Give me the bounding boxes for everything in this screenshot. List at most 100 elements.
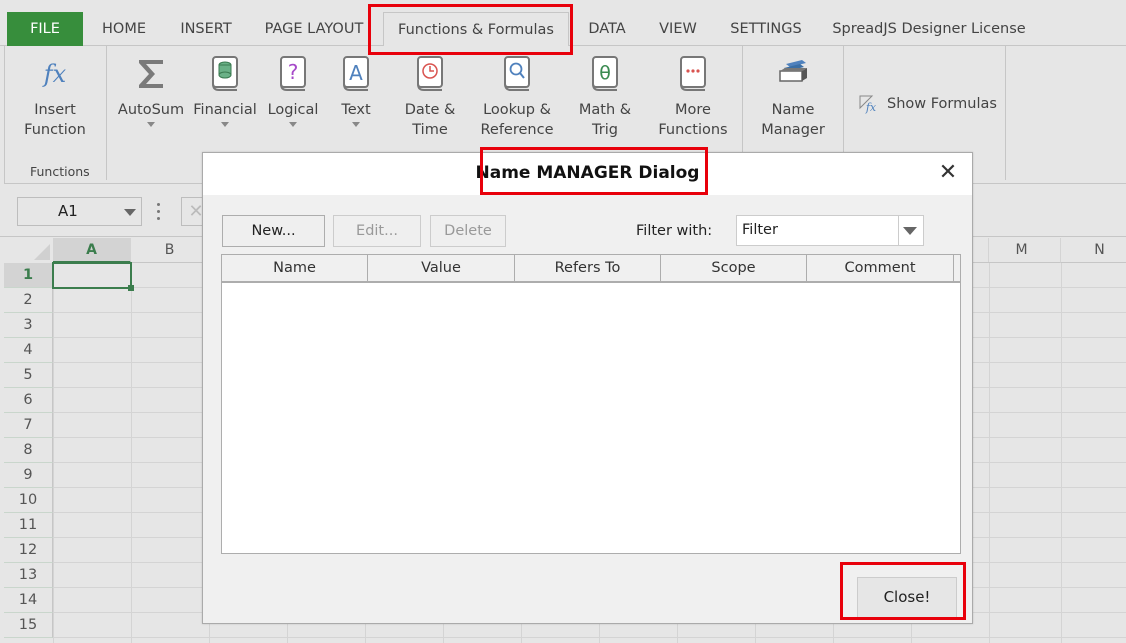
dropdown-caret-icon (289, 122, 297, 127)
column-header-refers-to[interactable]: Refers To (515, 255, 661, 281)
tab-data[interactable]: DATA (582, 12, 632, 46)
show-formulas-button[interactable]: fx Show Formulas (859, 94, 997, 114)
column-header-a[interactable]: A (53, 238, 131, 263)
row-header-13[interactable]: 13 (4, 563, 53, 588)
column-header-comment[interactable]: Comment (807, 255, 954, 281)
logical-button[interactable]: ? Logical (263, 54, 323, 127)
close-icon[interactable]: ✕ (936, 161, 960, 185)
logical-book-icon: ? (280, 56, 306, 91)
svg-text:fx: fx (865, 101, 877, 114)
math-book-icon: θ (592, 56, 618, 91)
row-header-3[interactable]: 3 (4, 313, 53, 338)
date-time-book-icon (417, 56, 443, 91)
insert-function-label-2: Function (24, 122, 86, 138)
name-box-value: A1 (58, 202, 78, 220)
tab-insert[interactable]: INSERT (172, 12, 240, 46)
more-options-icon[interactable] (157, 203, 163, 224)
names-table[interactable]: Name Value Refers To Scope Comment (221, 254, 961, 554)
date-time-label-2: Time (412, 122, 448, 138)
row-header-15[interactable]: 15 (4, 613, 53, 638)
chevron-down-icon[interactable] (903, 227, 917, 235)
tab-view[interactable]: VIEW (653, 12, 703, 46)
more-functions-label-1: More (675, 102, 711, 118)
insert-function-label-1: Insert (34, 102, 76, 118)
row-header-9[interactable]: 9 (4, 463, 53, 488)
lookup-reference-button[interactable]: Lookup & Reference (475, 54, 559, 140)
more-functions-button[interactable]: More Functions (653, 54, 733, 140)
insert-function-button[interactable]: fx Insert Function (19, 54, 91, 140)
filter-select[interactable]: Filter (736, 215, 924, 246)
chevron-down-icon[interactable] (124, 209, 136, 216)
name-manager-label-2: Manager (761, 122, 825, 138)
lookup-label-1: Lookup & (483, 102, 551, 118)
row-header-6[interactable]: 6 (4, 388, 53, 413)
tab-file[interactable]: FILE (7, 12, 83, 46)
text-label: Text (341, 102, 371, 118)
name-manager-label-1: Name (771, 102, 815, 118)
tab-designer-license[interactable]: SpreadJS Designer License (830, 12, 1028, 46)
row-header-1[interactable]: 1 (4, 263, 53, 288)
names-table-header: Name Value Refers To Scope Comment (222, 255, 960, 283)
row-header-14[interactable]: 14 (4, 588, 53, 613)
text-button[interactable]: A Text (335, 54, 377, 127)
tab-functions-formulas[interactable]: Functions & Formulas (383, 12, 569, 47)
tab-page-layout[interactable]: PAGE LAYOUT (258, 12, 370, 46)
grid-column-line (53, 263, 54, 643)
row-header-7[interactable]: 7 (4, 413, 53, 438)
fx-icon: fx (42, 60, 67, 88)
financial-book-icon (212, 56, 238, 91)
show-formulas-label: Show Formulas (887, 96, 997, 112)
logical-label: Logical (267, 102, 319, 118)
svg-text:fx: fx (42, 60, 67, 88)
row-header-2[interactable]: 2 (4, 288, 53, 313)
row-header-12[interactable]: 12 (4, 538, 53, 563)
date-time-label-1: Date & (404, 102, 456, 118)
grid-column-line (1061, 263, 1062, 643)
row-header-10[interactable]: 10 (4, 488, 53, 513)
svg-text:A: A (349, 61, 363, 85)
spreadjs-designer: FILE HOME INSERT PAGE LAYOUT Functions &… (0, 0, 1126, 643)
edit-button[interactable]: Edit... (333, 215, 421, 247)
row-header-8[interactable]: 8 (4, 438, 53, 463)
row-header-4[interactable]: 4 (4, 338, 53, 363)
functions-group-label: Functions (30, 164, 90, 179)
financial-button[interactable]: Financial (193, 54, 257, 127)
dialog-title: Name MANAGER Dialog (475, 163, 700, 183)
more-functions-label-2: Functions (658, 122, 728, 138)
svg-text:?: ? (288, 60, 299, 84)
column-header-value[interactable]: Value (368, 255, 515, 281)
dialog-title-bar[interactable]: Name MANAGER Dialog ✕ (203, 153, 972, 195)
tab-settings[interactable]: SETTINGS (725, 12, 807, 46)
dropdown-caret-icon (147, 122, 155, 127)
autosum-button[interactable]: AutoSum (117, 54, 185, 127)
ribbon-tab-bar: FILE HOME INSERT PAGE LAYOUT Functions &… (0, 0, 1126, 47)
column-header-m[interactable]: M (983, 238, 1061, 263)
sigma-icon (139, 60, 163, 88)
name-box[interactable]: A1 (17, 197, 142, 226)
grid-row-line (53, 637, 1126, 638)
delete-button[interactable]: Delete (430, 215, 506, 247)
autosum-label: AutoSum (117, 102, 185, 118)
row-header-11[interactable]: 11 (4, 513, 53, 538)
name-manager-dialog: Name MANAGER Dialog ✕ New... Edit... Del… (202, 152, 973, 624)
selected-cell-a1[interactable] (52, 262, 134, 291)
financial-label: Financial (193, 102, 257, 118)
row-header-5[interactable]: 5 (4, 363, 53, 388)
math-trig-label-2: Trig (592, 122, 618, 138)
column-header-n[interactable]: N (1061, 238, 1126, 263)
name-manager-button[interactable]: Name Manager (755, 54, 831, 140)
math-trig-button[interactable]: θ Math & Trig (573, 54, 637, 140)
text-book-icon: A (343, 56, 369, 91)
svg-text:θ: θ (599, 62, 611, 84)
new-button[interactable]: New... (222, 215, 325, 247)
column-header-b[interactable]: B (131, 238, 209, 263)
column-header-name[interactable]: Name (222, 255, 368, 281)
close-dialog-button[interactable]: Close! (857, 577, 957, 618)
filter-select-value: Filter (742, 222, 778, 238)
date-time-button[interactable]: Date & Time (397, 54, 463, 140)
tab-home[interactable]: HOME (95, 12, 153, 46)
ribbon-separator (106, 46, 107, 180)
ribbon-separator (1005, 46, 1006, 180)
column-header-scope[interactable]: Scope (661, 255, 807, 281)
select-all-corner[interactable] (4, 238, 53, 263)
